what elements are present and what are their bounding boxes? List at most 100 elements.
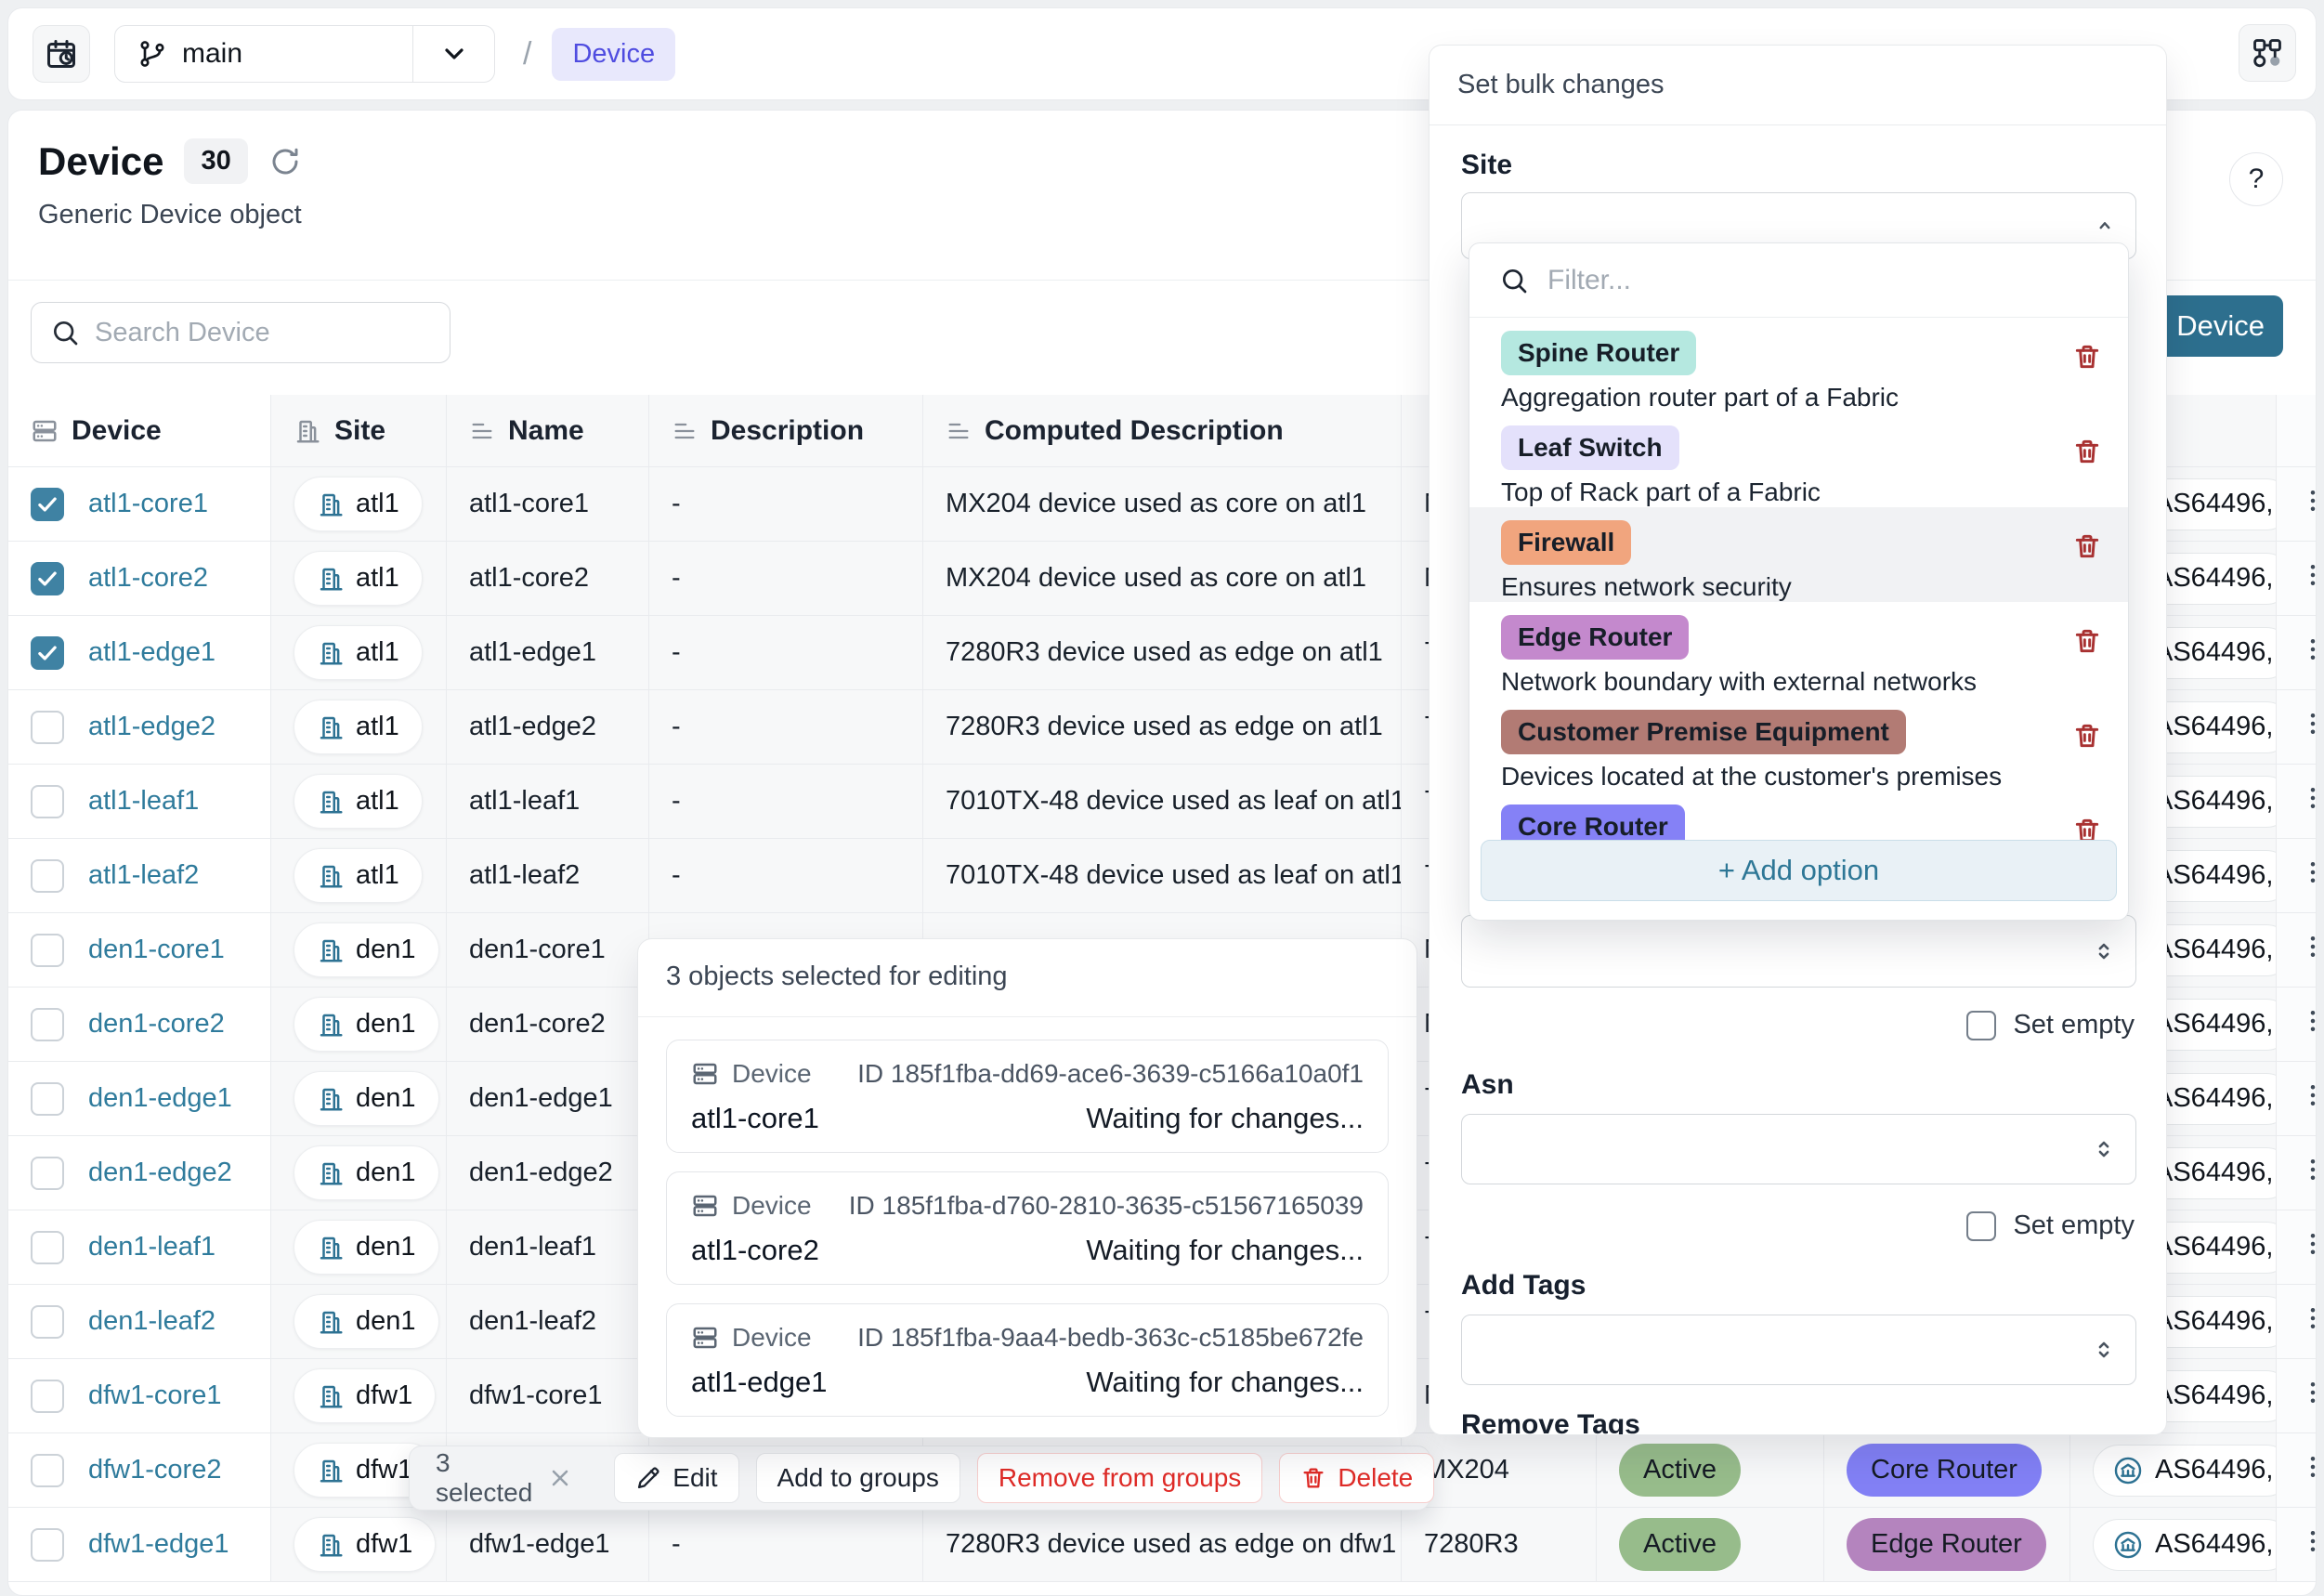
- refresh-button[interactable]: [268, 145, 302, 178]
- row-menu-button[interactable]: [2299, 1007, 2317, 1035]
- site-option[interactable]: Edge Router Network boundary with extern…: [1469, 602, 2128, 697]
- row-checkbox[interactable]: [31, 1305, 64, 1339]
- bulk-changes-panel: Set bulk changes Site Spine Router Aggre…: [1429, 45, 2167, 1435]
- site-badge[interactable]: den1: [294, 1220, 439, 1275]
- site-badge[interactable]: den1: [294, 922, 439, 977]
- asn-badge[interactable]: AS64496,: [2093, 1519, 2277, 1571]
- set-empty-checkbox[interactable]: [1966, 1211, 1996, 1241]
- branch-selector[interactable]: main: [114, 25, 495, 83]
- filter-row[interactable]: [1469, 243, 2128, 318]
- asn-badge[interactable]: AS64496,: [2093, 1445, 2277, 1497]
- row-checkbox[interactable]: [31, 785, 64, 818]
- status-select[interactable]: [1461, 915, 2136, 988]
- schema-button[interactable]: [2239, 24, 2296, 82]
- site-badge[interactable]: atl1: [294, 700, 423, 754]
- column-header[interactable]: Site: [271, 395, 447, 467]
- device-link[interactable]: den1-core1: [88, 935, 225, 964]
- delete-button[interactable]: Delete: [1279, 1453, 1434, 1503]
- site-option[interactable]: Customer Premise Equipment Devices locat…: [1469, 697, 2128, 791]
- device-link[interactable]: den1-edge1: [88, 1083, 232, 1113]
- site-option[interactable]: Spine Router Aggregation router part of …: [1469, 318, 2128, 412]
- set-empty-checkbox[interactable]: [1966, 1011, 1996, 1040]
- row-menu-button[interactable]: [2299, 1304, 2317, 1332]
- row-menu-button[interactable]: [2299, 561, 2317, 589]
- row-checkbox[interactable]: [31, 636, 64, 670]
- column-header[interactable]: Description: [649, 395, 923, 467]
- help-button[interactable]: ?: [2229, 152, 2283, 206]
- row-checkbox[interactable]: [31, 859, 64, 893]
- edit-button[interactable]: Edit: [614, 1453, 738, 1503]
- device-link[interactable]: atl1-leaf2: [88, 860, 199, 890]
- site-badge[interactable]: den1: [294, 1145, 439, 1200]
- row-menu-button[interactable]: [2299, 933, 2317, 961]
- site-badge[interactable]: atl1: [294, 551, 423, 606]
- row-checkbox[interactable]: [31, 1082, 64, 1116]
- site-badge[interactable]: den1: [294, 1071, 439, 1126]
- site-option[interactable]: Firewall Ensures network security: [1469, 507, 2128, 602]
- device-link[interactable]: den1-core2: [88, 1009, 225, 1039]
- row-checkbox[interactable]: [31, 711, 64, 744]
- device-link[interactable]: atl1-core2: [88, 563, 208, 593]
- device-link[interactable]: atl1-core1: [88, 489, 208, 518]
- row-menu-button[interactable]: [2299, 858, 2317, 886]
- trash-icon[interactable]: [2072, 721, 2102, 751]
- device-link[interactable]: den1-edge2: [88, 1158, 232, 1187]
- site-badge[interactable]: den1: [294, 1294, 439, 1349]
- search-input[interactable]: [95, 318, 401, 348]
- asn-select[interactable]: [1461, 1114, 2136, 1184]
- column-header[interactable]: Device: [8, 395, 271, 467]
- row-menu-button[interactable]: [2299, 1527, 2317, 1555]
- add-option-button[interactable]: + Add option: [1481, 840, 2117, 901]
- row-menu-button[interactable]: [2299, 784, 2317, 812]
- row-checkbox[interactable]: [31, 1008, 64, 1041]
- column-header[interactable]: Computed Description: [923, 395, 1402, 467]
- site-option[interactable]: Leaf Switch Top of Rack part of a Fabric: [1469, 412, 2128, 507]
- add-to-groups-button[interactable]: Add to groups: [756, 1453, 960, 1503]
- clear-selection-button[interactable]: [547, 1465, 573, 1491]
- breadcrumb[interactable]: Device: [552, 28, 675, 81]
- device-link[interactable]: den1-leaf2: [88, 1306, 215, 1336]
- trash-icon[interactable]: [2072, 437, 2102, 466]
- remove-from-groups-button[interactable]: Remove from groups: [977, 1453, 1262, 1503]
- calendar-clock-button[interactable]: [33, 25, 90, 83]
- row-menu-button[interactable]: [2299, 1230, 2317, 1258]
- site-badge[interactable]: atl1: [294, 774, 423, 829]
- column-header[interactable]: Name: [447, 395, 649, 467]
- row-menu-button[interactable]: [2299, 1081, 2317, 1109]
- trash-icon[interactable]: [2072, 342, 2102, 372]
- row-checkbox[interactable]: [31, 934, 64, 967]
- add-tags-select[interactable]: [1461, 1315, 2136, 1385]
- branch-dropdown-toggle[interactable]: [412, 26, 494, 82]
- site-badge[interactable]: atl1: [294, 625, 423, 680]
- row-checkbox[interactable]: [31, 1380, 64, 1413]
- device-link[interactable]: dfw1-edge1: [88, 1529, 229, 1559]
- filter-input[interactable]: [1547, 265, 2098, 296]
- row-checkbox[interactable]: [31, 488, 64, 521]
- site-badge[interactable]: dfw1: [294, 1368, 436, 1423]
- trash-icon[interactable]: [2072, 626, 2102, 656]
- row-menu-button[interactable]: [2299, 1156, 2317, 1184]
- row-checkbox[interactable]: [31, 1157, 64, 1190]
- site-badge[interactable]: den1: [294, 997, 439, 1052]
- row-checkbox[interactable]: [31, 1528, 64, 1562]
- row-menu-button[interactable]: [2299, 635, 2317, 663]
- row-checkbox[interactable]: [31, 1231, 64, 1264]
- row-menu-button[interactable]: [2299, 1379, 2317, 1406]
- device-link[interactable]: dfw1-core1: [88, 1380, 221, 1410]
- row-checkbox[interactable]: [31, 562, 64, 595]
- edit-label: Edit: [672, 1463, 717, 1493]
- row-checkbox[interactable]: [31, 1454, 64, 1487]
- row-menu-button[interactable]: [2299, 1453, 2317, 1481]
- site-badge[interactable]: dfw1: [294, 1517, 436, 1572]
- device-link[interactable]: dfw1-core2: [88, 1455, 221, 1485]
- device-link[interactable]: atl1-edge1: [88, 637, 215, 667]
- device-link[interactable]: atl1-leaf1: [88, 786, 199, 816]
- site-badge[interactable]: atl1: [294, 477, 423, 531]
- search-box[interactable]: [31, 302, 450, 363]
- trash-icon[interactable]: [2072, 531, 2102, 561]
- site-badge[interactable]: atl1: [294, 848, 423, 903]
- row-menu-button[interactable]: [2299, 710, 2317, 738]
- row-menu-button[interactable]: [2299, 487, 2317, 515]
- device-link[interactable]: atl1-edge2: [88, 712, 215, 741]
- device-link[interactable]: den1-leaf1: [88, 1232, 215, 1262]
